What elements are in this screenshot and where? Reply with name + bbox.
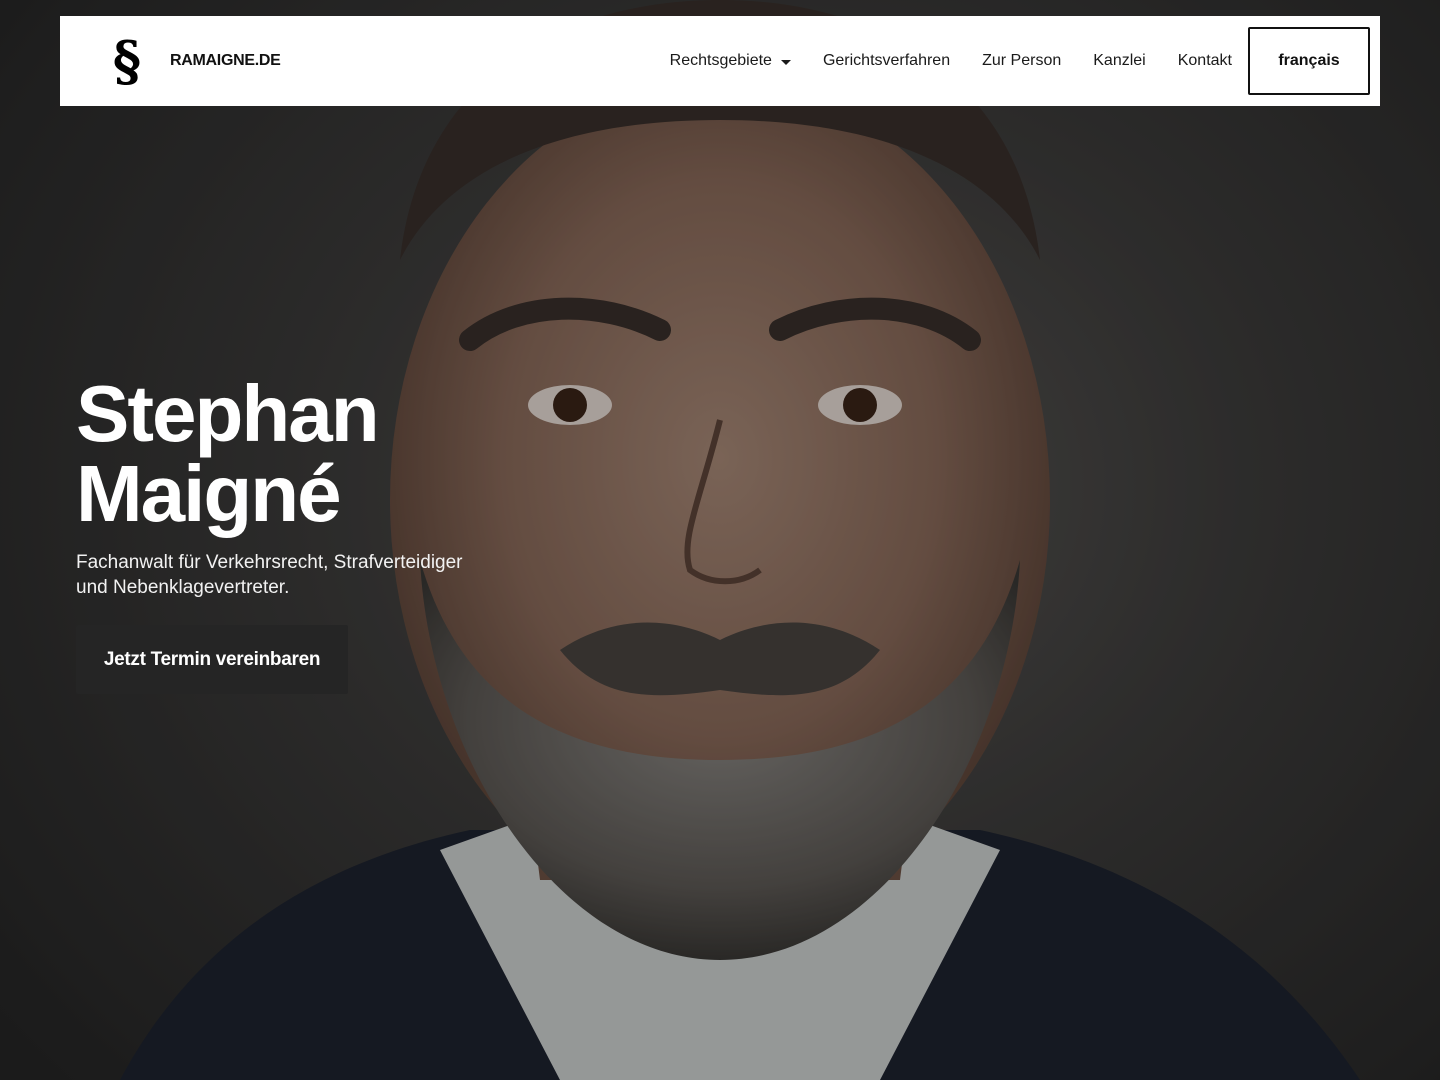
- main-nav: Rechtsgebiete Gerichtsverfahren Zur Pers…: [670, 16, 1380, 106]
- nav-item-kanzlei[interactable]: Kanzlei: [1093, 52, 1145, 70]
- nav-item-label: Rechtsgebiete: [669, 52, 772, 69]
- paragraph-logo-icon: §: [112, 29, 142, 93]
- hero-title-line1: Stephan: [76, 369, 380, 458]
- hero-title: Stephan Maigné: [76, 374, 476, 534]
- hero-section: § RAMAIGNE.DE Rechtsgebiete Gerichtsverf…: [0, 0, 1440, 1080]
- nav-item-rechtsgebiete[interactable]: Rechtsgebiete: [670, 52, 791, 70]
- language-switch-button[interactable]: français: [1248, 27, 1370, 95]
- brand-link[interactable]: § RAMAIGNE.DE: [112, 29, 281, 93]
- hero-subtitle: Fachanwalt für Verkehrsrecht, Strafverte…: [76, 552, 463, 598]
- nav-item-kontakt[interactable]: Kontakt: [1178, 52, 1232, 70]
- nav-item-label: Kontakt: [1177, 52, 1232, 69]
- nav-item-gerichtsverfahren[interactable]: Gerichtsverfahren: [823, 52, 950, 70]
- nav-item-label: Gerichtsverfahren: [822, 52, 951, 69]
- hero-content: Stephan Maigné Fachanwalt für Verkehrsre…: [76, 374, 476, 694]
- navbar: § RAMAIGNE.DE Rechtsgebiete Gerichtsverf…: [60, 16, 1380, 106]
- nav-item-label: Zur Person: [982, 52, 1062, 69]
- chevron-down-icon: [780, 59, 791, 65]
- book-appointment-button[interactable]: Jetzt Termin vereinbaren: [76, 625, 348, 694]
- nav-item-zur-person[interactable]: Zur Person: [982, 52, 1061, 70]
- nav-item-label: Kanzlei: [1093, 52, 1146, 69]
- brand-name: RAMAIGNE.DE: [170, 52, 281, 69]
- hero-title-line2: Maigné: [76, 449, 342, 538]
